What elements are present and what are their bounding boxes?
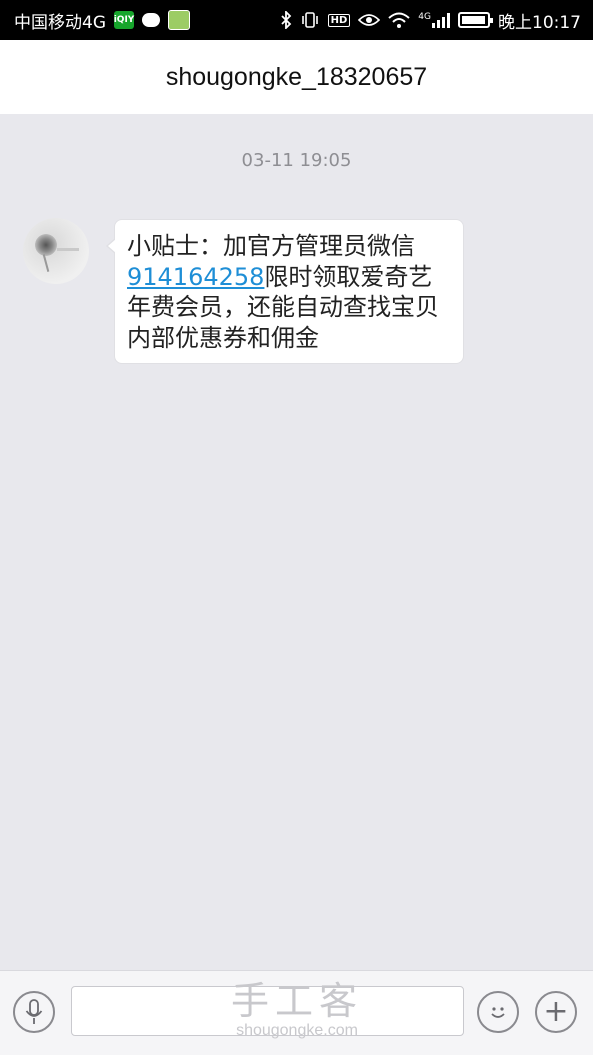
avatar-flower-image <box>35 234 57 256</box>
network-type-label: 4G <box>418 12 431 22</box>
conversation-title: shougongke_18320657 <box>165 62 428 91</box>
eye-icon <box>358 14 381 26</box>
watermark: 手工客 shougongke.com <box>222 980 372 1040</box>
avatar-stem-image <box>42 254 50 272</box>
conversation-header: shougongke_18320657 <box>0 40 593 114</box>
plus-icon: + <box>543 994 569 1029</box>
watermark-cn: 手工客 <box>230 979 363 1023</box>
message-timestamp: 03-11 19:05 <box>241 150 352 171</box>
voice-input-button[interactable] <box>13 991 55 1033</box>
signal-icon: 4G <box>418 12 450 28</box>
status-bar: 中国移动4G iQIY HD 4G 晚上10:17 <box>0 0 593 40</box>
more-options-button[interactable]: + <box>535 991 577 1033</box>
wifi-icon <box>388 12 410 28</box>
iqiyi-icon: iQIY <box>114 11 134 29</box>
sender-avatar[interactable] <box>23 218 89 284</box>
watermark-url: shougongke.com <box>236 1022 358 1039</box>
vibrate-icon <box>301 12 318 28</box>
smiley-icon <box>491 1007 505 1018</box>
message-text-part1: 小贴士：加官方管理员微信 <box>127 232 415 260</box>
chat-icon <box>142 13 160 27</box>
avatar-caption-image <box>57 248 79 251</box>
message-link-wechat-id[interactable]: 914164258 <box>127 263 264 291</box>
carrier-label: 中国移动4G <box>14 12 106 33</box>
clock-label: 晚上10:17 <box>498 12 581 33</box>
battery-icon <box>458 12 493 28</box>
message-bubble[interactable]: 小贴士：加官方管理员微信914164258限时领取爱奇艺年费会员，还能自动查找宝… <box>106 219 464 364</box>
hd-icon: HD <box>327 13 351 27</box>
bluetooth-icon <box>280 11 291 29</box>
app-icon <box>168 10 190 30</box>
emoji-button[interactable] <box>477 991 519 1033</box>
microphone-icon <box>25 999 43 1024</box>
